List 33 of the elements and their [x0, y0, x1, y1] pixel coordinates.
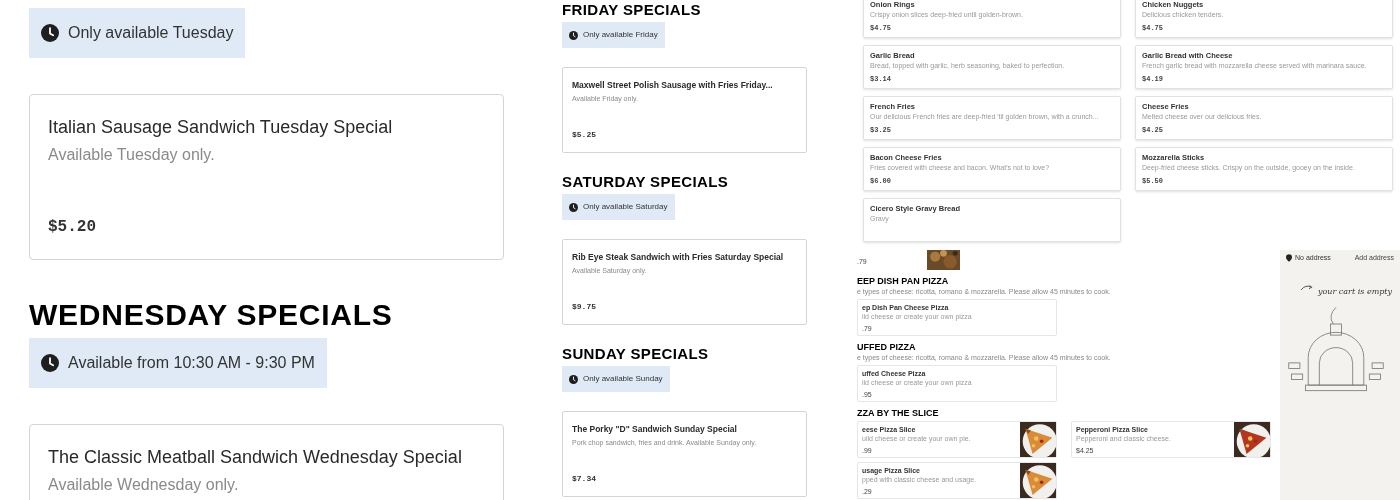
availability-text: Only available Saturday [583, 201, 668, 213]
section-heading: EEP DISH PAN PIZZA [857, 276, 949, 286]
availability-text: Only available Sunday [583, 373, 663, 385]
section-heading: WEDNESDAY SPECIALS [29, 298, 393, 332]
clock-icon [41, 354, 59, 372]
section-heading: FRIDAY SPECIALS [562, 1, 701, 18]
item-price: $5.20 [48, 217, 97, 238]
item-name: The Classic Meatball Sandwich Wednesday Special [48, 446, 463, 469]
empty-cart-message: your cart is empty [1318, 285, 1393, 298]
clock-icon [569, 202, 578, 212]
item-description: Available Wednesday only. [48, 475, 240, 495]
item-price: $9.75 [572, 301, 597, 313]
availability-text: Only available Tuesday [68, 23, 234, 43]
curved-arrow-icon [1300, 283, 1314, 292]
item-price: $7.34 [572, 473, 597, 485]
item-name: Maxwell Street Polish Sausage with Fries Friday... [572, 80, 774, 91]
availability-text: Available from 10:30 AM - 9:30 PM [68, 353, 315, 373]
clock-icon [569, 30, 578, 40]
section-heading: ZZA BY THE SLICE [857, 408, 939, 418]
item-name: Rib Eye Steak Sandwich with Fries Saturday Special [572, 252, 785, 263]
clock-icon [41, 24, 59, 42]
item-name: Italian Sausage Sandwich Tuesday Special [48, 116, 394, 139]
menu-item-card[interactable]: The Classic Meatball Sandwich Wednesday Special Available Wednesday only. [29, 424, 504, 500]
section-heading: UFFED PIZZA [857, 342, 916, 352]
menu-item-card[interactable]: Italian Sausage Sandwich Tuesday Special Available Tuesday only. $5.20 [29, 94, 504, 260]
item-description: Available Tuesday only. [48, 145, 216, 165]
item-name: The Porky "D" Sandwich Sunday Special [572, 424, 738, 435]
section-heading: SUNDAY SPECIALS [562, 345, 709, 362]
clock-icon [569, 374, 578, 384]
section-heading: SATURDAY SPECIALS [562, 173, 729, 190]
availability-text: Only available Friday [583, 29, 658, 41]
item-price: $5.25 [572, 129, 597, 141]
location-pin-icon [1286, 254, 1292, 263]
